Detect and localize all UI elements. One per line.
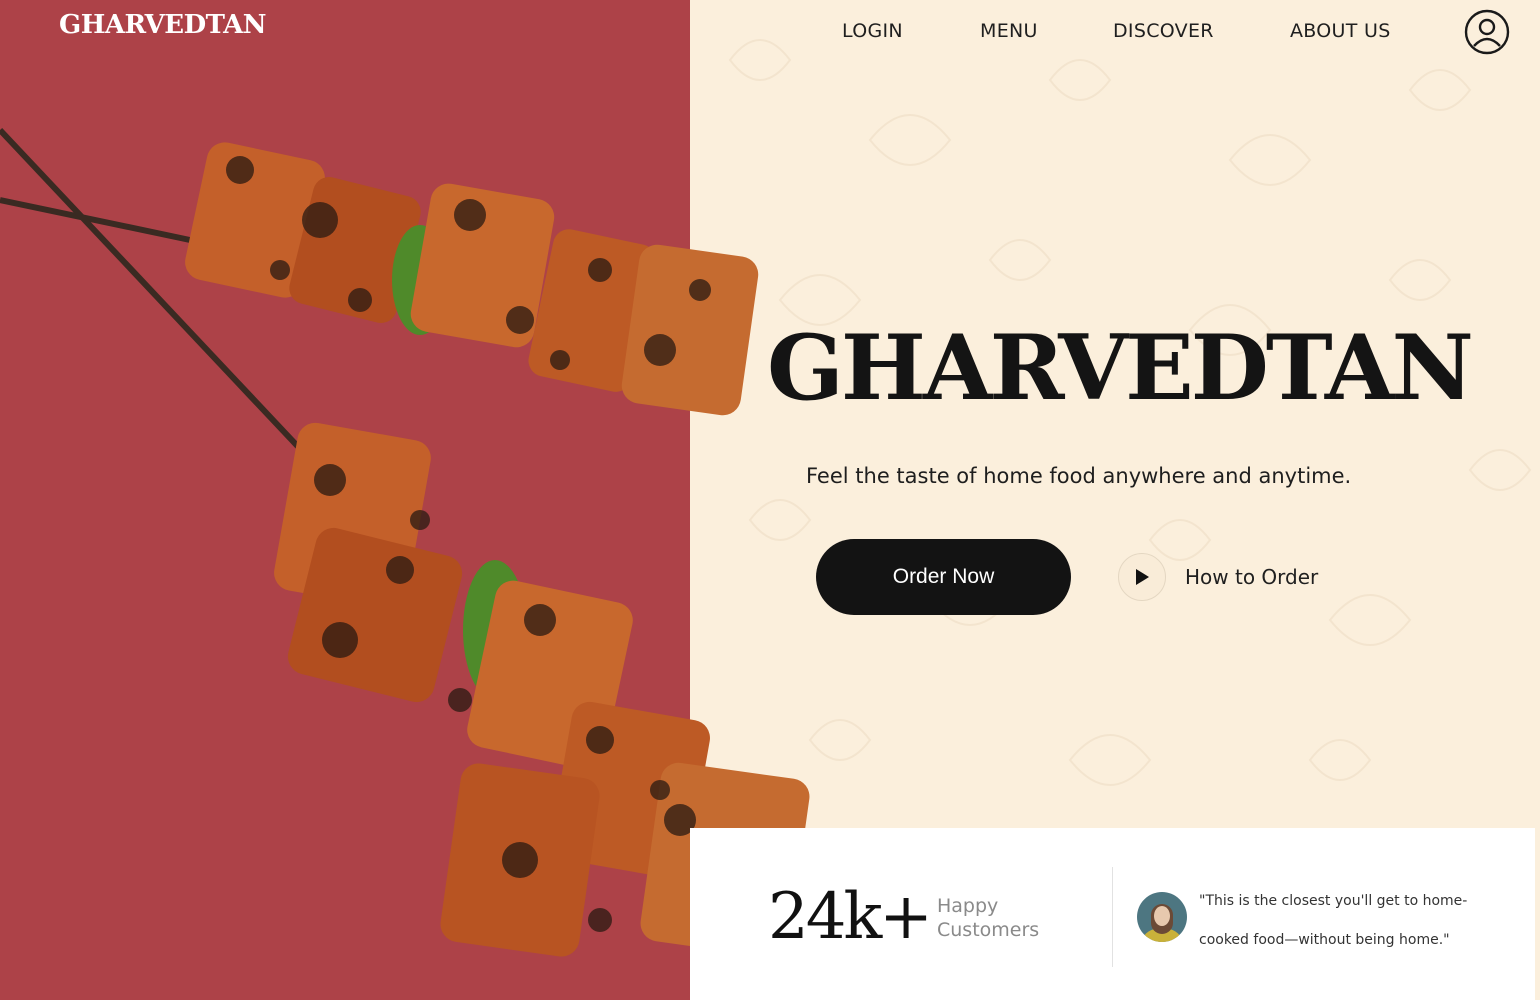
user-circle-icon[interactable] [1464, 9, 1510, 55]
order-now-button[interactable]: Order Now [816, 539, 1071, 615]
customer-label-line2: Customers [937, 919, 1040, 941]
avatar-portrait [1137, 892, 1187, 942]
avatar [1137, 892, 1187, 942]
nav-discover[interactable]: DISCOVER [1113, 20, 1214, 42]
hero-title: GHARVEDTAN [767, 315, 1474, 421]
play-icon [1136, 569, 1149, 585]
customer-label-line1: Happy [937, 895, 999, 917]
play-button[interactable] [1118, 553, 1166, 601]
how-to-order-label: How to Order [1185, 565, 1319, 589]
customer-count: 24k+ [768, 880, 933, 954]
nav-login[interactable]: LOGIN [842, 20, 903, 42]
hero-tagline: Feel the taste of home food anywhere and… [806, 464, 1352, 488]
testimonial-quote: "This is the closest you'll get to home-… [1199, 893, 1468, 948]
nav-about-us[interactable]: ABOUT US [1290, 20, 1391, 42]
customer-count-label: Happy Customers [937, 894, 1057, 942]
nav-menu[interactable]: MENU [980, 20, 1038, 42]
how-to-order-link[interactable]: How to Order [1118, 553, 1318, 601]
stats-divider [1112, 867, 1113, 967]
brand-logo[interactable]: GHARVEDTAN [59, 10, 267, 40]
